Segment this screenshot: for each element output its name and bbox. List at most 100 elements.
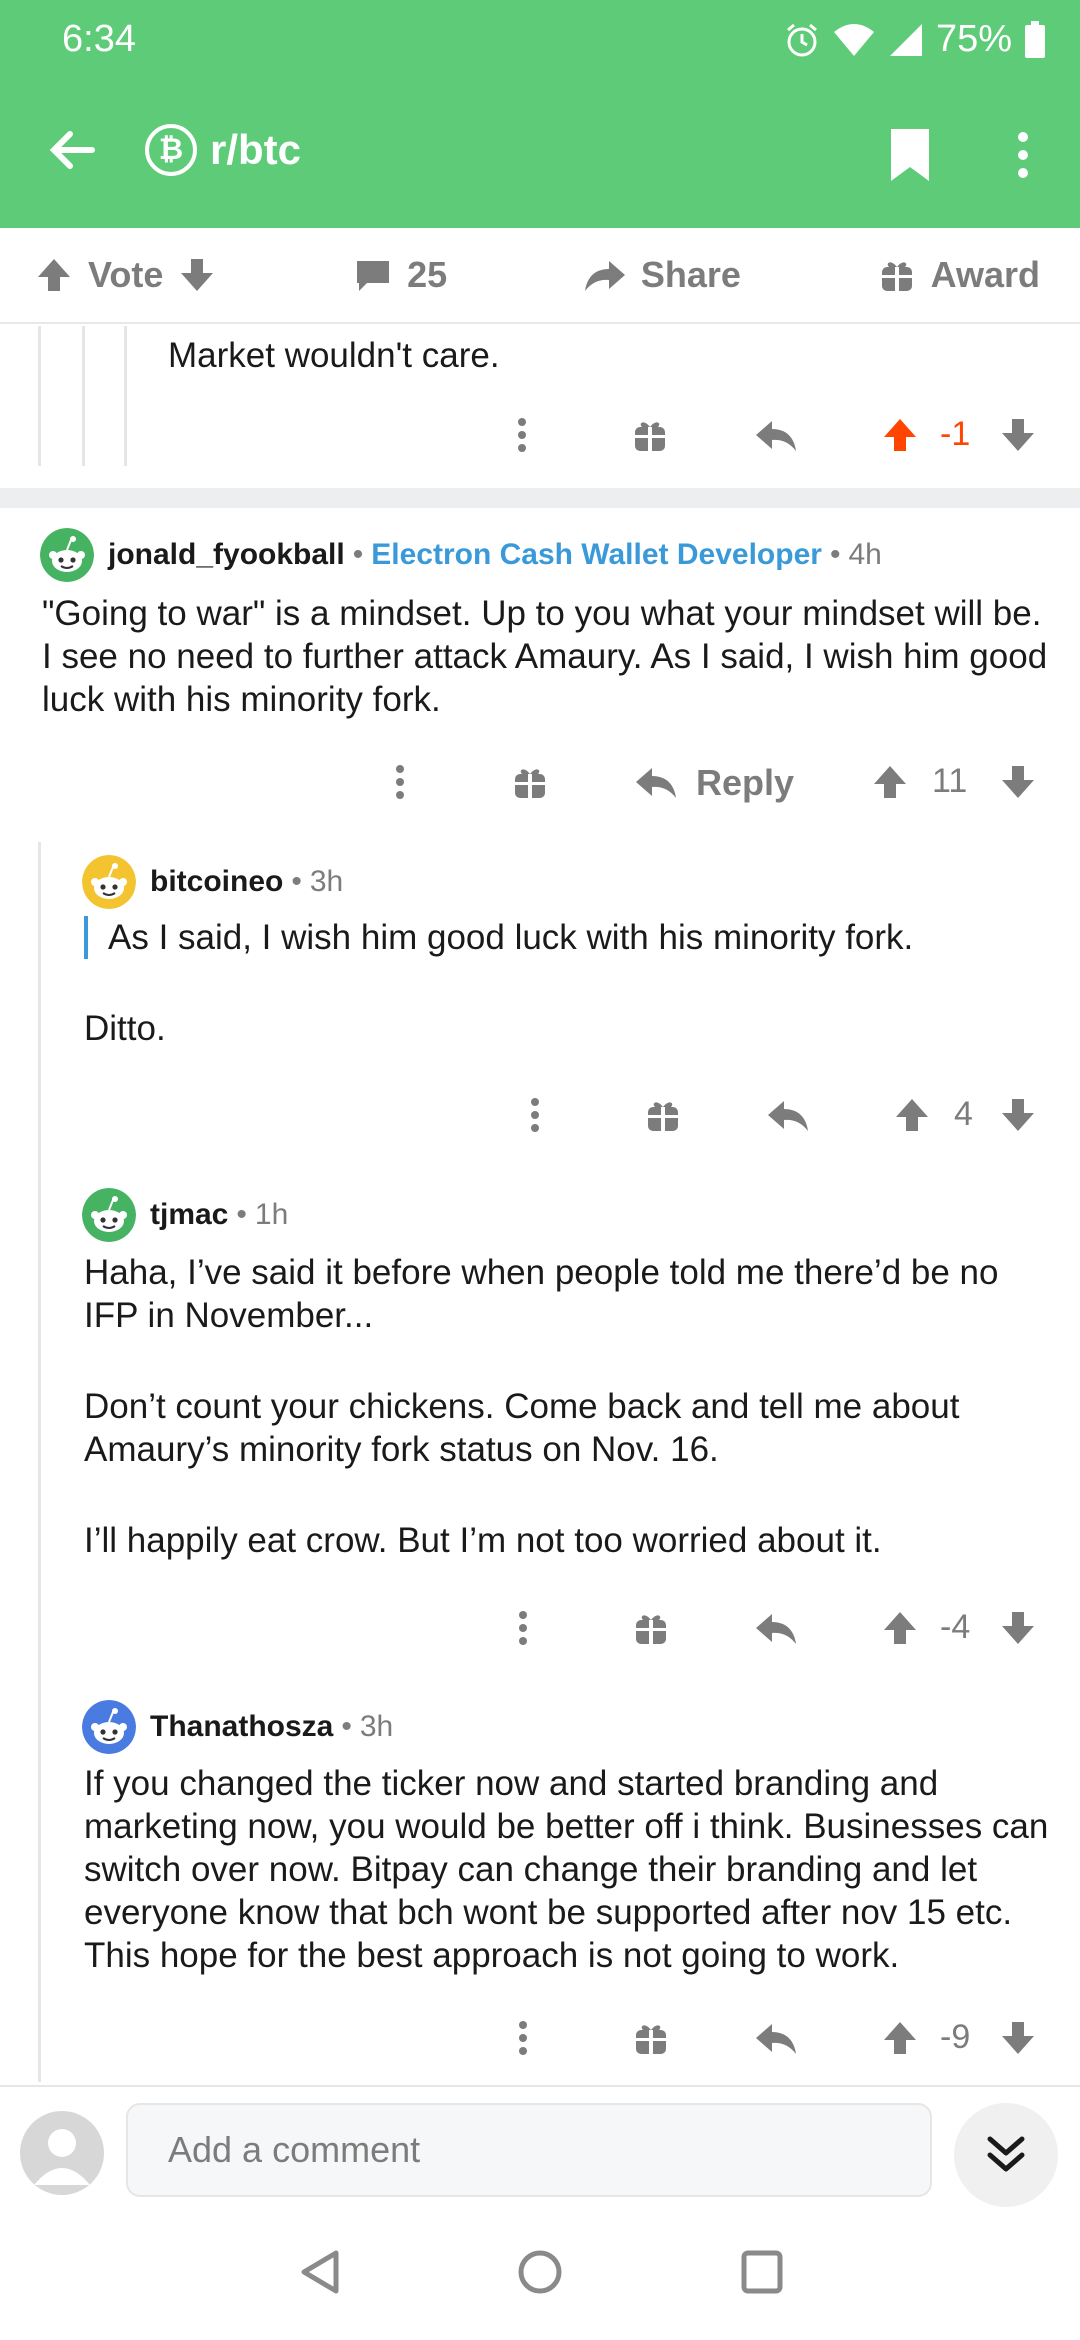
comment-body: Market wouldn't care. xyxy=(168,334,1048,377)
gift-icon[interactable] xyxy=(631,1608,671,1648)
reply-icon[interactable] xyxy=(754,1608,798,1648)
bookmark-icon xyxy=(885,125,935,185)
downvote-icon[interactable] xyxy=(998,415,1038,455)
award-label: Award xyxy=(930,254,1040,295)
system-navigation-bar xyxy=(0,2215,1080,2340)
avatar[interactable] xyxy=(82,855,136,909)
username[interactable]: bitcoineo xyxy=(150,865,283,899)
comment-time: 1h xyxy=(254,1198,289,1231)
comment-score: 4 xyxy=(954,1095,973,1133)
thread-line xyxy=(38,842,41,2082)
share-label: Share xyxy=(640,254,741,295)
status-icons: 75% xyxy=(784,18,1046,61)
downvote-icon[interactable] xyxy=(998,762,1038,802)
comment-header: jonald_fyookball • Electron Cash Wallet … xyxy=(40,528,882,582)
app-header: 6:34 75% ₿ r/btc xyxy=(0,0,1080,228)
back-button[interactable] xyxy=(42,120,102,180)
upvote-icon[interactable] xyxy=(880,1608,920,1648)
downvote-icon[interactable] xyxy=(998,1608,1038,1648)
comment-score: -9 xyxy=(940,2018,971,2056)
status-time: 6:34 xyxy=(62,18,136,60)
comment-paragraph: Haha, I’ve said it before when people to… xyxy=(84,1253,999,1335)
avatar[interactable] xyxy=(82,1700,136,1754)
battery-percent: 75% xyxy=(935,18,1012,60)
battery-icon xyxy=(1024,20,1046,59)
more-vertical-icon[interactable] xyxy=(525,1095,545,1135)
username[interactable]: jonald_fyookball xyxy=(108,538,345,572)
downvote-icon[interactable] xyxy=(998,2018,1038,2058)
comment-time: 3h xyxy=(359,1710,394,1743)
add-comment-input[interactable]: Add a comment xyxy=(126,2103,932,2197)
vote-label: Vote xyxy=(88,254,164,295)
comment-header: tjmac • 1h xyxy=(82,1188,288,1242)
comment-score: -4 xyxy=(940,1608,971,1646)
more-vertical-icon[interactable] xyxy=(513,2018,533,2058)
gift-icon xyxy=(877,255,917,295)
comment-divider xyxy=(0,488,1080,508)
gift-icon[interactable] xyxy=(510,762,550,802)
subreddit-icon[interactable]: ₿ xyxy=(145,124,197,176)
avatar[interactable] xyxy=(82,1188,136,1242)
comment-actions: -9 xyxy=(508,2008,1060,2068)
share-button[interactable]: Share xyxy=(583,254,741,296)
comment-actions: 4 xyxy=(520,1085,1060,1145)
comment-time: 4h xyxy=(848,538,882,571)
thread-line xyxy=(82,326,85,466)
chevron-double-down-icon xyxy=(984,2133,1028,2177)
comment-paragraph: I’ll happily eat crow. But I’m not too w… xyxy=(84,1521,882,1560)
nav-home-icon[interactable] xyxy=(516,2247,564,2297)
more-vertical-icon[interactable] xyxy=(512,415,532,455)
avatar[interactable] xyxy=(40,528,94,582)
upvote-icon[interactable] xyxy=(880,2018,920,2058)
award-button[interactable]: Award xyxy=(877,254,1040,296)
gift-icon[interactable] xyxy=(630,415,670,455)
comment-header: bitcoineo • 3h xyxy=(82,855,343,909)
comment-actions: -1 xyxy=(500,405,1060,465)
thread-line xyxy=(124,326,127,466)
comment-body: If you changed the ticker now and starte… xyxy=(84,1762,1059,1977)
comment-composer: Add a comment xyxy=(0,2085,1080,2217)
alarm-icon xyxy=(784,22,820,58)
nav-recents-icon[interactable] xyxy=(740,2247,784,2297)
comment-actions: -4 xyxy=(508,1598,1060,1658)
share-icon xyxy=(583,255,627,295)
downvote-icon[interactable] xyxy=(998,1095,1038,1135)
upvote-icon[interactable] xyxy=(34,255,74,295)
reply-icon[interactable] xyxy=(754,2018,798,2058)
nav-back-icon[interactable] xyxy=(298,2247,342,2297)
post-action-bar: Vote 25 Share Award xyxy=(0,228,1080,324)
bookmark-button[interactable] xyxy=(885,125,935,185)
username[interactable]: Thanathosza xyxy=(150,1710,333,1744)
comments-count: 25 xyxy=(407,254,448,295)
reply-button[interactable]: Reply xyxy=(696,762,794,804)
comment-paragraph: If you changed the ticker now and starte… xyxy=(84,1764,1049,1975)
separator-dot: • xyxy=(829,538,841,571)
user-flair: Electron Cash Wallet Developer xyxy=(371,538,822,571)
gift-icon[interactable] xyxy=(643,1095,683,1135)
comments-count-button[interactable]: 25 xyxy=(353,254,447,296)
jump-to-next-button[interactable] xyxy=(954,2103,1058,2207)
comment-body: As I said, I wish him good luck with his… xyxy=(84,916,1054,1050)
comment-paragraph: "Going to war" is a mindset. Up to you w… xyxy=(42,594,1048,719)
separator-dot: • xyxy=(236,1198,247,1231)
comment-body: Haha, I’ve said it before when people to… xyxy=(84,1251,1054,1562)
gift-icon[interactable] xyxy=(631,2018,671,2058)
reply-icon[interactable] xyxy=(634,762,678,802)
quote-block: As I said, I wish him good luck with his… xyxy=(84,916,1054,959)
upvote-icon[interactable] xyxy=(892,1095,932,1135)
upvote-icon[interactable] xyxy=(870,762,910,802)
wifi-icon xyxy=(832,22,876,58)
more-vertical-icon[interactable] xyxy=(390,762,410,802)
reply-icon[interactable] xyxy=(754,415,798,455)
downvote-icon[interactable] xyxy=(177,255,217,295)
overflow-menu-button[interactable] xyxy=(1000,125,1046,185)
comment-score: 11 xyxy=(932,762,968,800)
subreddit-name[interactable]: r/btc xyxy=(210,126,301,174)
username[interactable]: tjmac xyxy=(150,1198,228,1232)
reply-icon[interactable] xyxy=(766,1095,810,1135)
user-avatar[interactable] xyxy=(20,2111,104,2195)
comment-icon xyxy=(353,255,393,295)
person-icon xyxy=(20,2111,104,2195)
more-vertical-icon[interactable] xyxy=(513,1608,533,1648)
upvote-icon[interactable] xyxy=(880,415,920,455)
